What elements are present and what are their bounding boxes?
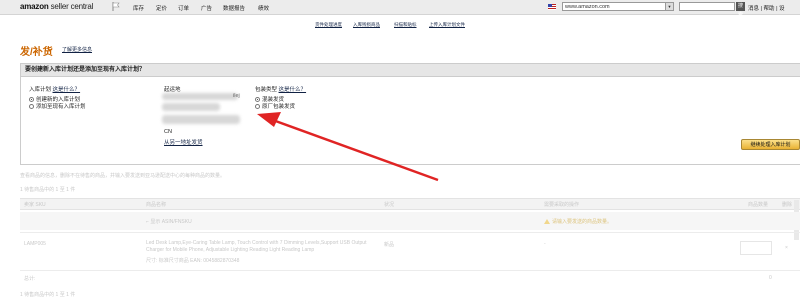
panel-header: 要创建新入库计划还是添加至现有入库计划？ <box>21 64 800 77</box>
amazon-seller-central-logo[interactable]: amazon seller central <box>20 2 93 11</box>
instruction-text: 查看商品的信息，删除不在待售的商品，并输入要发送到亚马逊配送中心的每种商品的数量… <box>20 173 226 179</box>
nav-advertising[interactable]: 广告 <box>201 4 212 12</box>
sublink-scan-label[interactable]: 扫描和贴标 <box>394 22 417 28</box>
items-table-header <box>20 198 800 210</box>
show-asin-toggle[interactable]: ⌐ 显示 ASIN/FNSKU <box>146 218 192 225</box>
ship-from-another-address-link[interactable]: 从另一地址发货 <box>164 138 203 146</box>
product-title-cell[interactable]: Led Desk Lamp,Eye-Caring Table Lamp, Tou… <box>146 240 371 253</box>
item-count-bottom: 1 待售商品中的 1 至 1 件 <box>20 292 76 298</box>
top-navigation-bar: amazon seller central 库存 定价 订单 广告 数据报告 绩… <box>0 0 800 18</box>
top-links: 消息 | 帮助 | 设 <box>748 6 785 12</box>
continue-inbound-plan-button[interactable]: 继续处理入库计划 <box>741 139 800 150</box>
row-divider <box>20 270 800 271</box>
plan-label: 入库计划 这是什么？ <box>29 87 81 93</box>
total-value: 0 <box>769 275 772 281</box>
page-title: 发/补货 <box>20 47 53 58</box>
help-link[interactable]: 帮助 <box>764 6 775 12</box>
table-row <box>20 212 800 230</box>
col-action-required: 需要采取的操作 <box>544 202 580 208</box>
redacted-address-line <box>162 115 240 124</box>
radio-add-existing-plan[interactable]: 添加至现有入库计划 <box>29 102 86 110</box>
delete-icon[interactable]: × <box>785 245 788 251</box>
plan-help-link[interactable]: 这是什么？ <box>53 87 81 93</box>
warning-icon <box>544 219 550 225</box>
nav-pricing[interactable]: 定价 <box>156 4 167 12</box>
origin-label: 起运地 <box>164 87 181 93</box>
flag-icon[interactable] <box>112 2 120 11</box>
search-button[interactable]: 搜索 <box>736 2 745 18</box>
us-flag-icon <box>548 4 556 10</box>
nav-performance[interactable]: 绩效 <box>258 4 269 12</box>
col-quantity: 商品数量 <box>748 202 769 208</box>
radio-icon[interactable] <box>255 103 260 109</box>
origin-partial-text: ilej <box>233 93 240 99</box>
radio-selected-icon[interactable] <box>29 96 34 102</box>
radio-selected-icon[interactable] <box>255 96 260 102</box>
col-delete: 删除 <box>782 202 793 208</box>
search-input[interactable] <box>679 2 735 11</box>
sublink-damaged-items[interactable]: 入库残损商品 <box>353 22 380 28</box>
item-count-top: 1 待售商品中的 1 至 1 件 <box>20 187 76 193</box>
nav-reports[interactable]: 数据报告 <box>223 4 245 12</box>
product-meta: 尺寸: 标准尺寸商品 EAN: 0045882870348 <box>146 258 240 264</box>
packing-help-link[interactable]: 这是什么？ <box>279 87 307 93</box>
sublink-shipment-progress[interactable]: 货件处理进度 <box>315 22 342 28</box>
chevron-down-icon[interactable]: ▼ <box>665 3 673 10</box>
sublink-upload-plan[interactable]: 上传入库计划文件 <box>429 22 465 28</box>
total-label: 总计: <box>24 276 36 282</box>
radio-original-packing[interactable]: 原厂包装发货 <box>255 102 295 110</box>
col-seller-sku[interactable]: 卖家 SKU <box>24 201 46 208</box>
learn-more-link[interactable]: 了解更多信息 <box>62 46 92 53</box>
sku-cell: LAMP005 <box>24 241 46 247</box>
col-condition: 状况 <box>384 202 395 208</box>
origin-country: CN <box>164 129 172 135</box>
marketplace-select[interactable]: www.amazon.com ▼ <box>562 2 674 11</box>
packing-type-label: 包装类型 这是什么？ <box>255 87 307 93</box>
radio-icon[interactable] <box>29 103 34 109</box>
condition-cell: 新品 <box>384 242 395 248</box>
col-product-name[interactable]: 商品名称 <box>146 201 166 208</box>
settings-link[interactable]: 设 <box>779 6 785 12</box>
messages-link[interactable]: 消息 <box>748 6 759 12</box>
action-cell: - <box>544 241 546 247</box>
quantity-input[interactable] <box>740 241 772 255</box>
nav-inventory[interactable]: 库存 <box>133 4 144 12</box>
redacted-address-line <box>162 93 238 100</box>
redacted-address-line <box>162 103 220 111</box>
nav-orders[interactable]: 订单 <box>178 4 189 12</box>
row-divider <box>20 232 800 233</box>
action-warning: 请输入要发送的商品数量。 <box>544 218 612 225</box>
inbound-plan-panel: 要创建新入库计划还是添加至现有入库计划？ 入库计划 这是什么？ 创建新的入库计划… <box>20 63 800 165</box>
